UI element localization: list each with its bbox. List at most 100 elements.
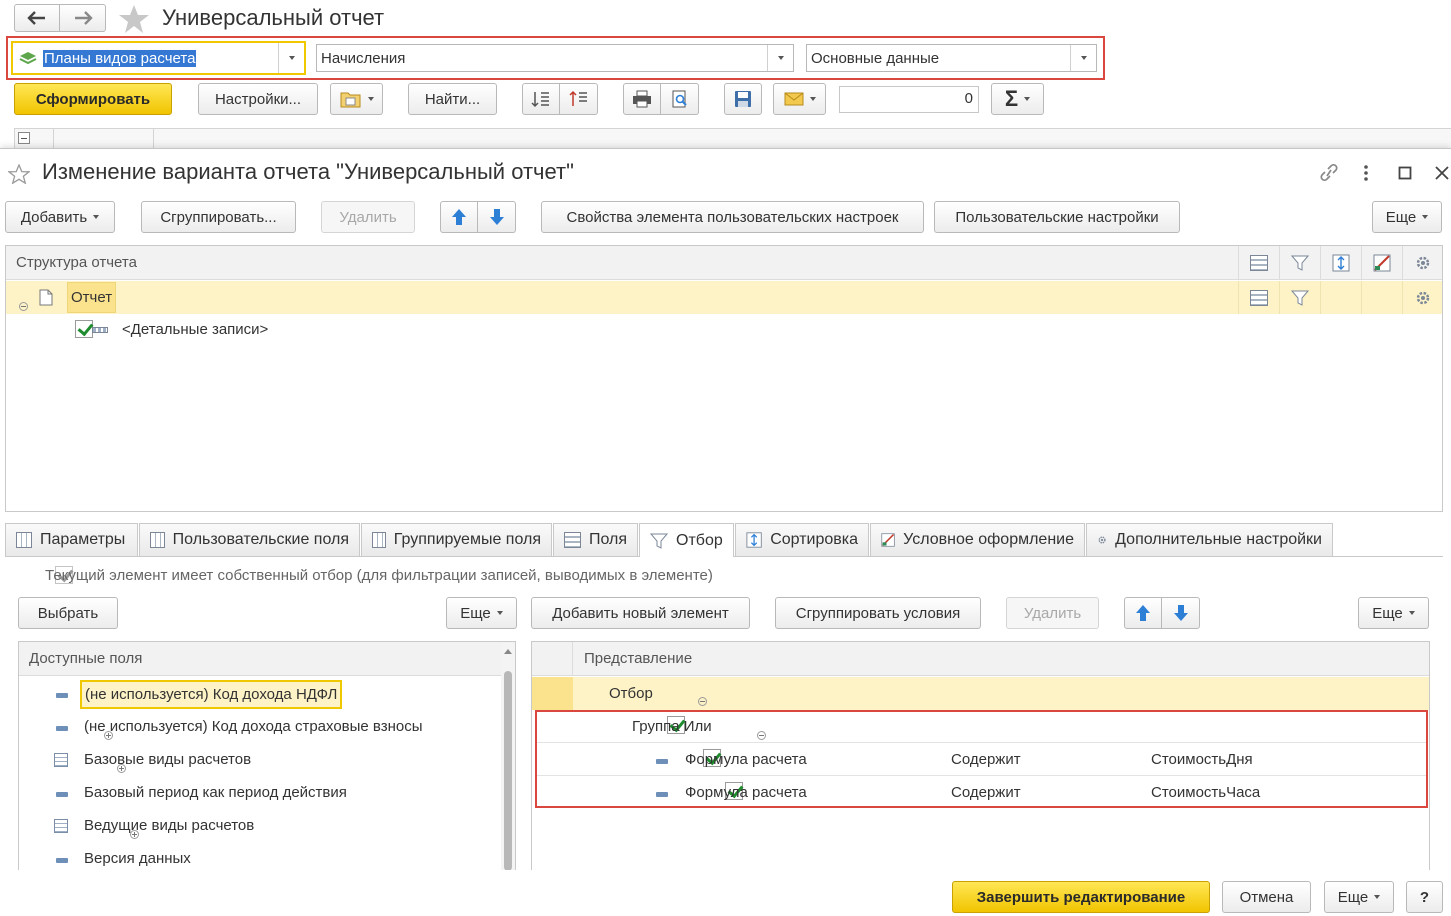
report-other-cell[interactable] (1402, 281, 1442, 314)
expand-all-button[interactable] (522, 83, 560, 115)
scroll-up-arrow-icon[interactable] (504, 649, 512, 654)
collapse-report-toggle[interactable] (19, 302, 28, 311)
structure-report-row-icons (1238, 281, 1442, 314)
tab-sort[interactable]: Сортировка (735, 523, 869, 556)
available-field-row[interactable]: Базовые виды расчетов (84, 751, 251, 768)
report-object-combo[interactable]: Начисления (316, 44, 794, 72)
sigma-icon: Σ (1004, 86, 1019, 111)
element-properties-button[interactable]: Свойства элемента пользовательских настр… (541, 201, 924, 233)
report-groupings-cell[interactable] (1238, 281, 1279, 314)
funnel-icon (1291, 255, 1309, 271)
tab-fields[interactable]: Поля (553, 523, 638, 556)
more-vertical-icon[interactable] (1360, 164, 1372, 182)
structure-row-report[interactable] (6, 281, 1442, 314)
sum-button[interactable]: Σ (991, 83, 1044, 115)
condition-comparison[interactable]: Содержит (951, 784, 1021, 801)
group-button[interactable]: Сгруппировать... (141, 201, 296, 233)
select-button[interactable]: Выбрать (18, 597, 118, 629)
conditional-format-icon (881, 533, 895, 547)
column-conditional-format[interactable] (1361, 246, 1402, 280)
move-down-button[interactable] (478, 201, 516, 233)
spreadsheet-corner-cell[interactable] (14, 128, 54, 148)
user-settings-button[interactable]: Пользовательские настройки (934, 201, 1180, 233)
save-button[interactable] (724, 83, 762, 115)
more-button-label: Еще (1385, 208, 1417, 226)
link-icon[interactable] (1318, 163, 1340, 183)
report-filter-cell[interactable] (1279, 281, 1320, 314)
settings-button[interactable]: Настройки... (198, 83, 318, 115)
tab-additional-settings[interactable]: Дополнительные настройки (1086, 523, 1333, 556)
gear-icon (1098, 536, 1106, 544)
tab-user-fields[interactable]: Пользовательские поля (139, 523, 360, 556)
add-new-element-button[interactable]: Добавить новый элемент (531, 597, 750, 629)
detail-records-label[interactable]: <Детальные записи> (122, 321, 268, 338)
report-type-combo[interactable]: Планы видов расчета (11, 41, 306, 75)
star-icon[interactable] (8, 164, 30, 184)
forward-button[interactable] (60, 4, 106, 32)
tab-conditional-format[interactable]: Условное оформление (870, 523, 1085, 556)
row-divider (537, 742, 1426, 743)
more-button[interactable]: Еще (1372, 201, 1442, 233)
collapse-group-icon[interactable] (18, 132, 30, 144)
filter-root-row[interactable] (532, 677, 1429, 710)
filter-move-up-button[interactable] (1124, 597, 1162, 629)
data-source-dropdown-icon[interactable] (1070, 45, 1096, 71)
column-filter[interactable] (1279, 246, 1320, 280)
tab-parameters[interactable]: Параметры (5, 523, 138, 556)
footer-more-button[interactable]: Еще (1324, 881, 1394, 913)
delete-button[interactable]: Удалить (321, 201, 415, 233)
left-more-button[interactable]: Еще (446, 597, 517, 629)
collapse-all-button[interactable] (560, 83, 598, 115)
collapse-group-or-toggle[interactable] (756, 731, 766, 740)
available-fields-scrollbar[interactable] (501, 643, 515, 871)
tab-grouped-fields[interactable]: Группируемые поля (361, 523, 552, 556)
report-type-dropdown-icon[interactable] (278, 43, 304, 73)
help-button[interactable]: ? (1406, 881, 1443, 913)
detail-records-checkbox[interactable] (75, 320, 94, 338)
printer-icon (633, 90, 651, 108)
back-button[interactable] (14, 4, 60, 32)
data-source-combo[interactable]: Основные данные (806, 44, 1097, 72)
column-other-settings[interactable] (1402, 246, 1442, 280)
maximize-icon[interactable] (1398, 166, 1412, 180)
finish-editing-button[interactable]: Завершить редактирование (952, 881, 1210, 913)
condition-comparison[interactable]: Содержит (951, 751, 1021, 768)
available-field-row[interactable]: Ведущие виды расчетов (84, 817, 254, 834)
tab-filter[interactable]: Отбор (639, 523, 734, 557)
report-object-dropdown-icon[interactable] (767, 45, 793, 71)
group-or-label[interactable]: Группа Или (632, 718, 712, 735)
move-up-button[interactable] (440, 201, 478, 233)
data-source-value: Основные данные (811, 49, 940, 67)
column-groupings[interactable] (1238, 246, 1279, 280)
variant-menu-button[interactable] (330, 83, 383, 115)
document-icon (39, 289, 53, 306)
filter-move-down-button[interactable] (1162, 597, 1200, 629)
report-sort-cell[interactable] (1320, 281, 1361, 314)
column-sort[interactable] (1320, 246, 1361, 280)
condition-value[interactable]: СтоимостьДня (1151, 751, 1253, 768)
available-field-row[interactable]: (не используется) Код дохода НДФЛ (80, 680, 343, 709)
right-more-button[interactable]: Еще (1358, 597, 1429, 629)
group-conditions-button[interactable]: Сгруппировать условия (775, 597, 981, 629)
find-button[interactable]: Найти... (408, 83, 497, 115)
available-field-row[interactable]: Версия данных (84, 850, 191, 867)
report-format-cell[interactable] (1361, 281, 1402, 314)
filter-delete-button[interactable]: Удалить (1006, 597, 1099, 629)
cancel-button[interactable]: Отмена (1222, 881, 1311, 913)
close-icon[interactable] (1434, 165, 1450, 181)
condition-field[interactable]: Формула расчета (685, 784, 807, 801)
generate-button[interactable]: Сформировать (14, 83, 172, 115)
left-more-label: Еще (460, 604, 491, 622)
structure-report-text: Отчет (71, 289, 113, 306)
add-button[interactable]: Добавить (5, 201, 115, 233)
counter-field[interactable]: 0 (839, 86, 979, 113)
print-button[interactable] (623, 83, 661, 115)
scroll-thumb[interactable] (504, 671, 512, 871)
send-mail-button[interactable] (773, 83, 826, 115)
condition-value[interactable]: СтоимостьЧаса (1151, 784, 1260, 801)
available-field-row[interactable]: (не используется) Код дохода страховые в… (84, 718, 423, 735)
print-preview-button[interactable] (661, 83, 699, 115)
condition-field[interactable]: Формула расчета (685, 751, 807, 768)
available-field-row[interactable]: Базовый период как период действия (84, 784, 347, 801)
favorite-star-icon[interactable] (118, 4, 150, 34)
